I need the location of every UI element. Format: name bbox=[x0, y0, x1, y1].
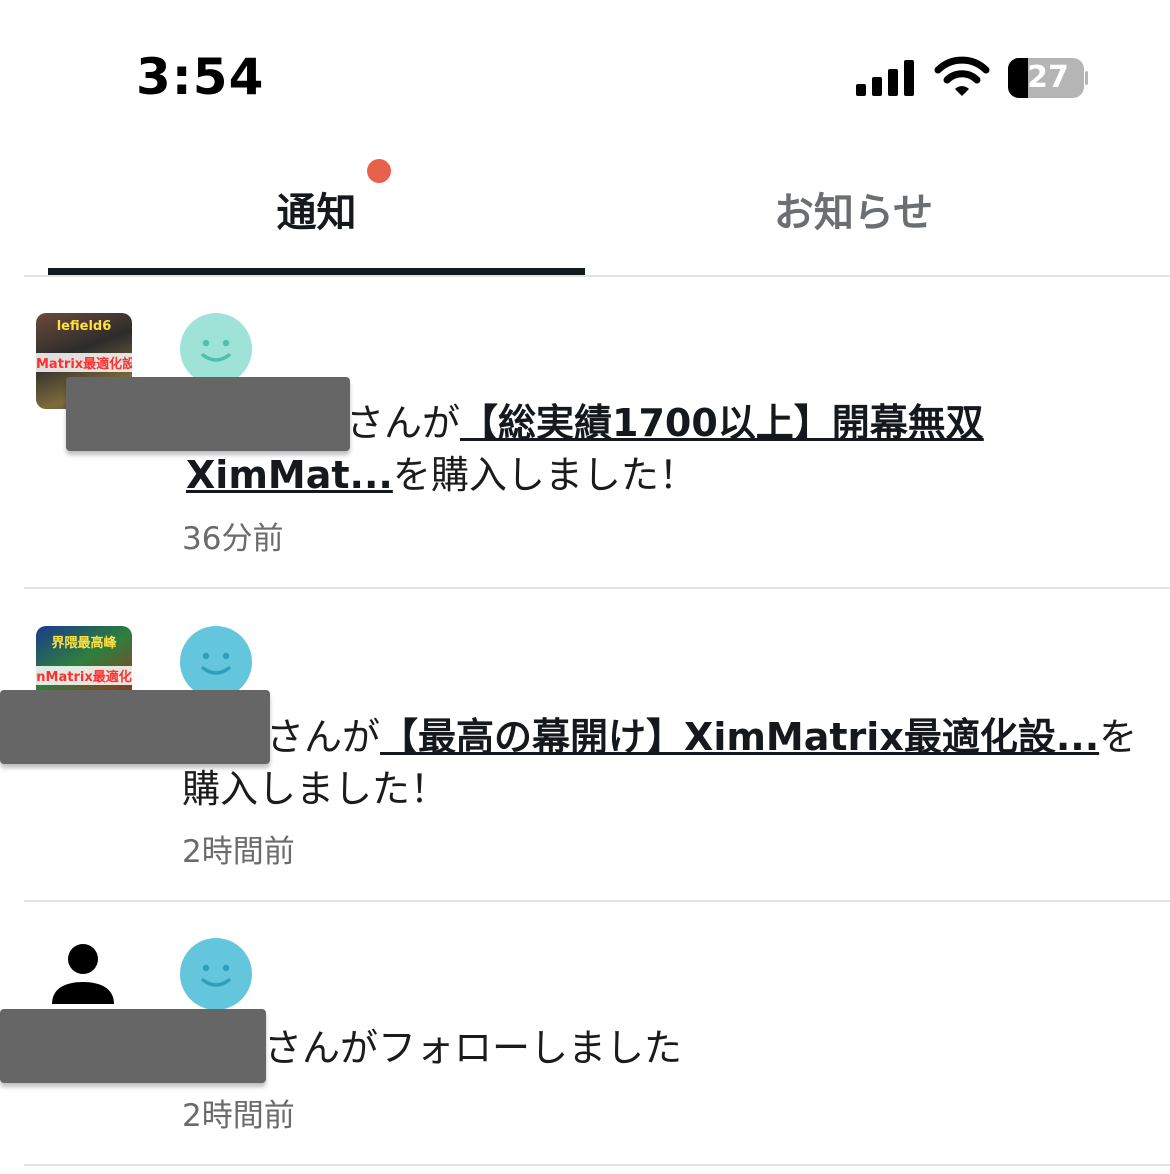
notification-text: さんが【最高の幕開け】XimMatrix最適化設...を bbox=[266, 711, 1137, 763]
smiley-face-icon bbox=[201, 964, 231, 987]
tab-bar: 通知 お知らせ bbox=[0, 140, 1170, 277]
status-bar: 3:54 27 bbox=[0, 0, 1170, 140]
wifi-icon bbox=[934, 56, 990, 96]
thumbnail-text: 界隈最高峰 bbox=[51, 636, 117, 651]
product-link[interactable]: 【最高の幕開け】XimMatrix最適化設... bbox=[380, 715, 1099, 759]
person-icon bbox=[52, 944, 114, 1004]
active-tab-indicator bbox=[48, 268, 585, 275]
redacted-username bbox=[0, 1009, 266, 1083]
avatar[interactable] bbox=[180, 938, 252, 1010]
message-text: さんが bbox=[346, 401, 461, 445]
tab-notifications[interactable]: 通知 bbox=[48, 180, 585, 238]
cellular-signal-icon bbox=[856, 60, 914, 96]
message-text: を購入しました！ bbox=[392, 453, 697, 497]
message-text: を bbox=[1099, 715, 1138, 759]
divider bbox=[24, 1164, 1170, 1166]
notification-item[interactable]: さんがフォローしました 2時間前 bbox=[0, 902, 1170, 1166]
battery-level: 27 bbox=[1027, 60, 1069, 95]
timestamp: 2時間前 bbox=[182, 1098, 295, 1134]
unread-dot bbox=[367, 159, 391, 183]
notification-item[interactable]: lefield6 Matrix最適化設定 Ξ さんが【総実績1700以上】開幕無… bbox=[0, 277, 1170, 589]
avatar[interactable] bbox=[180, 626, 252, 698]
thumbnail-text: lefield6 bbox=[56, 319, 112, 334]
smiley-face-icon bbox=[201, 339, 231, 362]
thumbnail-text: nMatrix最適化 bbox=[36, 666, 132, 685]
notification-item[interactable]: 界隈最高峰 nMatrix最適化 さんが【最高の幕開け】XimMatrix最適化… bbox=[0, 589, 1170, 902]
redacted-username bbox=[0, 690, 270, 764]
message-text: さんが bbox=[266, 715, 381, 759]
timestamp: 2時間前 bbox=[182, 834, 295, 870]
timestamp: 36分前 bbox=[182, 521, 284, 557]
product-link[interactable]: 【総実績1700以上】開幕無双 bbox=[460, 401, 984, 445]
thumbnail-text: Matrix最適化設定 bbox=[36, 353, 132, 372]
notification-text: さんがフォローしました bbox=[264, 1026, 683, 1070]
product-link[interactable]: XimMat... bbox=[186, 453, 393, 497]
status-time: 3:54 bbox=[136, 48, 265, 106]
smiley-face-icon bbox=[201, 652, 231, 675]
redacted-username bbox=[66, 377, 350, 451]
notification-text: 購入しました！ bbox=[182, 767, 449, 811]
avatar[interactable] bbox=[180, 313, 252, 385]
notification-text: XimMat...を購入しました！ bbox=[186, 449, 697, 501]
notification-text: さんが【総実績1700以上】開幕無双 bbox=[346, 397, 984, 449]
tab-announcements[interactable]: お知らせ bbox=[585, 180, 1122, 238]
